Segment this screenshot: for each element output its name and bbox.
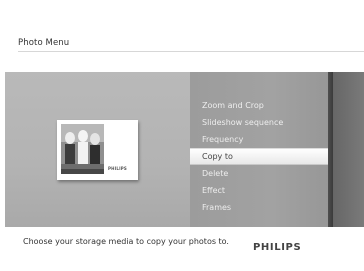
options-menu: Zoom and Crop Slideshow sequence Frequen… [190,72,328,227]
menu-item-slideshow-sequence[interactable]: Slideshow sequence [190,114,328,131]
menu-item-frames[interactable]: Frames [190,199,328,216]
menu-item-zoom-and-crop[interactable]: Zoom and Crop [190,97,328,114]
help-text: Choose your storage media to copy your p… [23,237,229,246]
page-title: Photo Menu [18,38,70,48]
menu-item-delete[interactable]: Delete [190,165,328,182]
photo-image [61,124,104,174]
menu-list: Zoom and Crop Slideshow sequence Frequen… [190,97,328,216]
thumbnail-brand: PHILIPS [108,166,128,171]
preview-panel: PHILIPS [5,72,190,227]
photo-menu-screen: Photo Menu PHILIPS Zoom and Crop Slidesh… [5,5,364,266]
footer: Choose your storage media to copy your p… [5,227,364,266]
menu-item-effect[interactable]: Effect [190,182,328,199]
menu-item-copy-to[interactable]: Copy to [190,148,328,165]
header: Photo Menu [5,5,364,72]
brand-logo: PHILIPS [253,242,302,253]
menu-item-frequency[interactable]: Frequency [190,131,328,148]
content-area: PHILIPS Zoom and Crop Slideshow sequence… [5,72,364,227]
photo-thumbnail: PHILIPS [57,120,138,180]
photo-caption-strip [61,169,104,174]
submenu-panel [333,72,364,227]
header-divider [18,51,364,52]
